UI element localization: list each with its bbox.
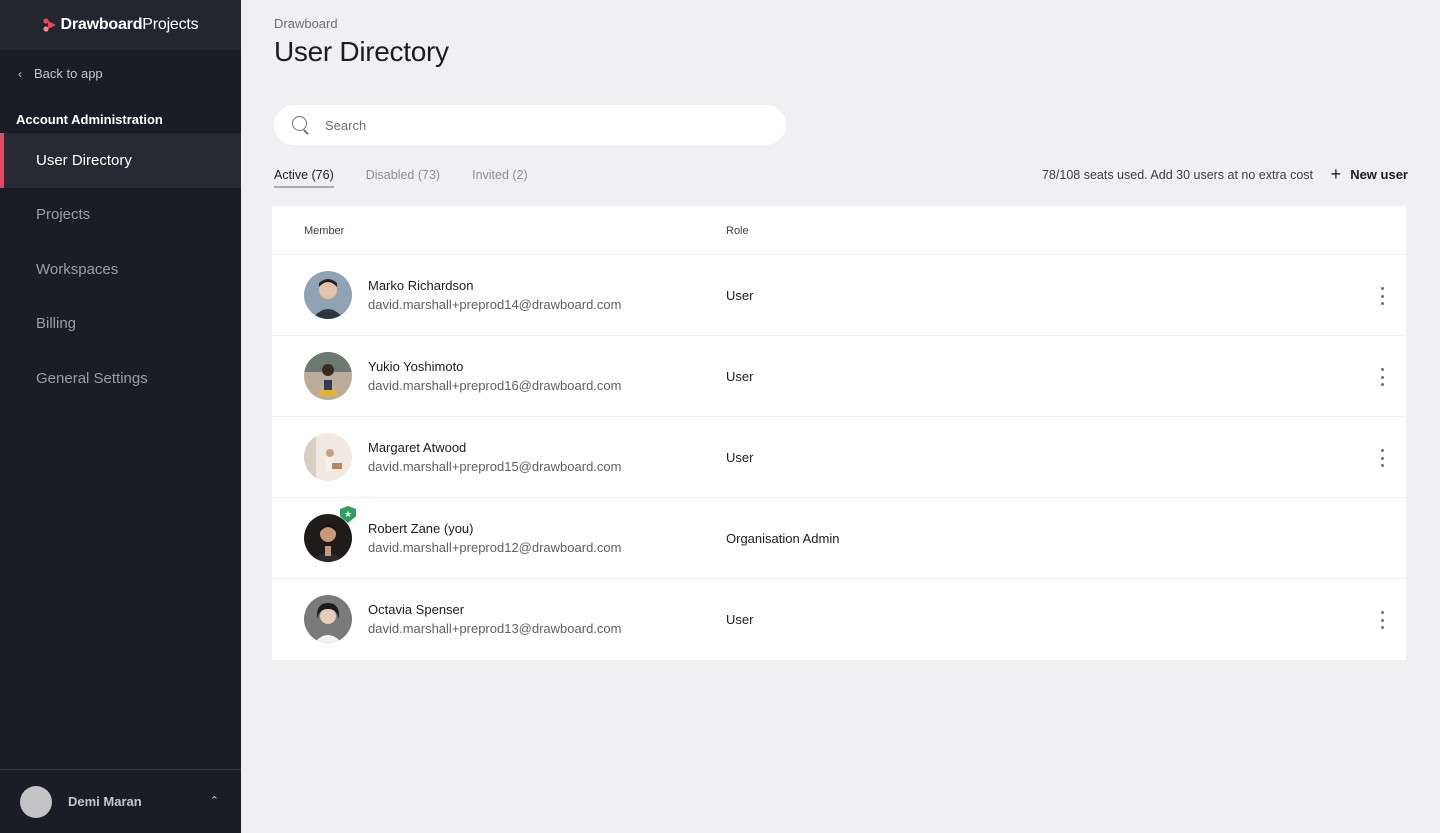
table-header: Member Role [272,206,1406,255]
page-title: User Directory [274,36,449,67]
avatar [304,433,352,481]
column-header-member: Member [304,225,345,237]
member-role: User [726,288,754,303]
app-logo[interactable]: Drawboard Projects [42,16,199,34]
user-menu[interactable]: Demi Maran ⌃ [0,769,241,833]
sidebar-item-label: Projects [36,206,91,224]
member-email: david.marshall+preprod12@drawboard.com [368,540,622,555]
sidebar-item-general-settings[interactable]: General Settings [0,351,241,406]
member-email: david.marshall+preprod13@drawboard.com [368,621,622,636]
sidebar-item-label: Workspaces [36,260,119,278]
sidebar-item-workspaces[interactable]: Workspaces [0,242,241,297]
member-name: Octavia Spenser [368,602,465,617]
seats-usage-text: 78/108 seats used. Add 30 users at no ex… [1041,168,1313,182]
sidebar-item-user-directory[interactable]: User Directory [0,133,241,188]
member-email: david.marshall+preprod15@drawboard.com [368,459,622,474]
logo-bar: Drawboard Projects [0,0,241,50]
user-table: Member Role Marko Richardson david.marsh… [272,206,1406,660]
more-options-icon[interactable] [1378,368,1386,386]
sidebar-item-label: Billing [36,315,77,333]
chevron-left-icon: ‹ [18,66,22,81]
new-user-button[interactable]: + New user [1330,164,1408,184]
logo-text-bold: Drawboard [60,16,143,33]
avatar [20,785,52,818]
sidebar-item-projects[interactable]: Projects [0,188,241,243]
table-row[interactable]: Margaret Atwood david.marshall+preprod15… [272,417,1406,498]
user-tabs: Active (76) Disabled (73) Invited (2) [274,168,560,188]
table-row[interactable]: Yukio Yoshimoto david.marshall+preprod16… [272,336,1406,417]
sidebar: Drawboard Projects ‹ Back to app Account … [0,0,241,833]
member-name: Marko Richardson [368,278,474,293]
table-row[interactable]: Octavia Spenser david.marshall+preprod13… [272,579,1406,660]
drawboard-logo-icon [42,18,56,32]
tab-active[interactable]: Active (76) [274,168,334,188]
new-user-label: New user [1350,166,1408,182]
plus-icon: + [1330,164,1342,184]
table-row[interactable]: Marko Richardson david.marshall+preprod1… [272,255,1406,336]
avatar [304,514,352,562]
search-bar [274,105,786,145]
member-name: Yukio Yoshimoto [368,359,464,374]
more-options-icon[interactable] [1378,611,1386,629]
avatar [304,595,352,643]
member-name: Margaret Atwood [368,440,467,455]
logo-text-light: Projects [142,16,199,33]
section-title: Account Administration [16,112,163,127]
member-email: david.marshall+preprod14@drawboard.com [368,297,622,312]
chevron-up-icon: ⌃ [209,795,219,807]
member-role: User [726,450,754,465]
breadcrumb[interactable]: Drawboard [274,16,338,31]
member-role: Organisation Admin [726,531,840,546]
back-to-app-link[interactable]: ‹ Back to app [18,66,103,81]
search-input[interactable] [325,117,745,133]
user-name: Demi Maran [68,794,142,809]
back-to-app-label: Back to app [34,66,103,81]
member-role: User [726,612,754,627]
tab-disabled[interactable]: Disabled (73) [366,168,440,188]
tab-invited[interactable]: Invited (2) [472,168,528,188]
more-options-icon[interactable] [1378,449,1386,467]
member-email: david.marshall+preprod16@drawboard.com [368,378,622,393]
member-role: User [726,369,754,384]
avatar [304,352,352,400]
sidebar-nav: User Directory Projects Workspaces Billi… [0,133,241,406]
search-icon [292,116,310,134]
more-options-icon[interactable] [1378,287,1386,305]
member-name: Robert Zane (you) [368,521,474,536]
column-header-role: Role [726,225,749,237]
sidebar-item-billing[interactable]: Billing [0,297,241,352]
sidebar-item-label: General Settings [36,369,148,387]
sidebar-item-label: User Directory [36,151,132,169]
avatar [304,271,352,319]
table-row[interactable]: ★ Robert Zane (you) david.marshall+prepr… [272,498,1406,579]
